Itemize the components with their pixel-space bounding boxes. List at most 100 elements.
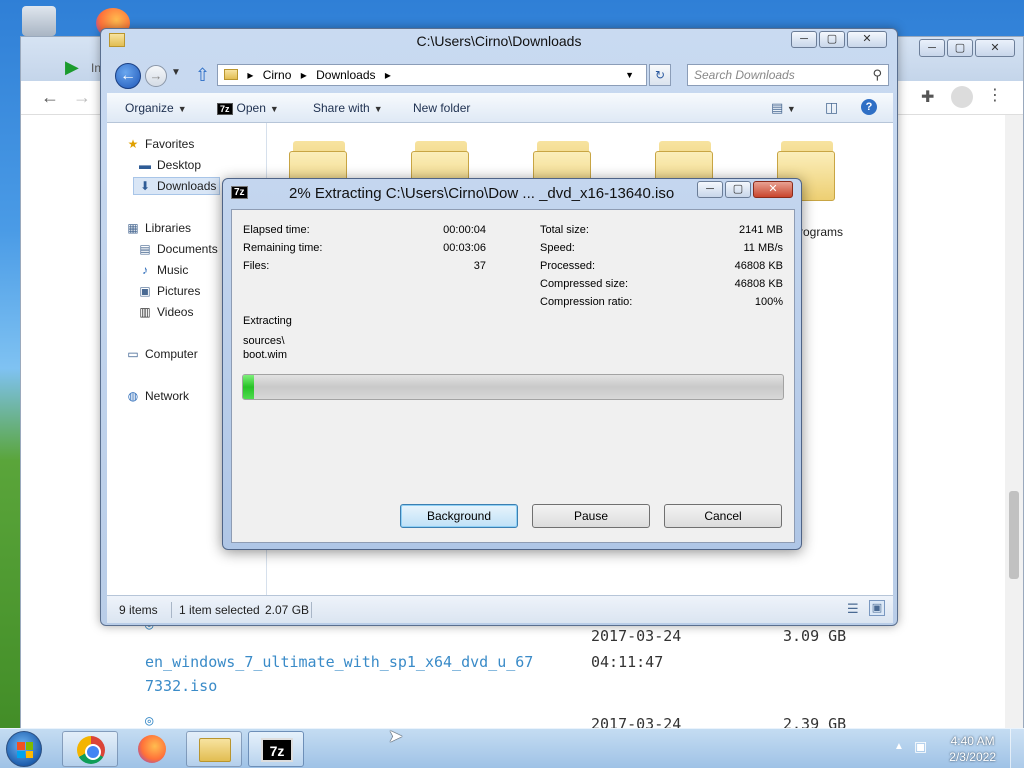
- firefox-icon: [138, 735, 166, 763]
- download-size: 3.09 GB: [783, 627, 847, 645]
- background-button[interactable]: Background: [400, 504, 518, 528]
- nav-downloads[interactable]: ⬇ Downloads: [133, 177, 221, 195]
- compression-ratio-label: Compression ratio:: [540, 296, 633, 308]
- speed-value: 11 MB/s: [743, 242, 783, 254]
- breadcrumb-cirno[interactable]: Cirno: [263, 68, 292, 82]
- folder-icon: [224, 69, 238, 80]
- selection-size: 2.07 GB: [265, 603, 310, 617]
- elapsed-time-label: Elapsed time:: [243, 224, 310, 236]
- mouse-cursor-icon: ➤: [388, 726, 404, 746]
- clock[interactable]: 4:40 AM 2/3/2022: [949, 733, 996, 765]
- compressed-size-value: 46808 KB: [734, 278, 783, 290]
- share-with-button[interactable]: Share with ▼: [313, 101, 383, 115]
- browser-maximize-button[interactable]: ▢: [947, 39, 973, 57]
- taskbar-firefox[interactable]: [124, 731, 180, 767]
- pause-button[interactable]: Pause: [532, 504, 650, 528]
- network-tray-icon[interactable]: ▣: [914, 738, 927, 755]
- address-bar[interactable]: ▸ Cirno ▸ Downloads ▸ ▼: [217, 64, 647, 86]
- nav-pictures[interactable]: ▣ Pictures: [137, 284, 200, 298]
- extraction-progress-bar: [242, 374, 784, 400]
- view-options-icon[interactable]: ▤ ▼: [771, 100, 796, 116]
- search-icon[interactable]: ⚲: [872, 67, 882, 83]
- taskbar-chrome[interactable]: [62, 731, 118, 767]
- explorer-icon: [199, 738, 231, 762]
- nav-network[interactable]: ◍ Network: [125, 389, 189, 403]
- scrollbar-thumb[interactable]: [1009, 491, 1019, 579]
- address-dropdown-icon[interactable]: ▼: [625, 65, 634, 85]
- speed-label: Speed:: [540, 242, 575, 254]
- dialog-close-button[interactable]: ✕: [753, 181, 793, 198]
- play-icon: ▶: [65, 57, 79, 77]
- taskbar-explorer[interactable]: [186, 731, 242, 767]
- preview-pane-icon[interactable]: ◫: [825, 99, 838, 116]
- large-icons-view-icon[interactable]: ▣: [869, 600, 885, 616]
- maximize-button[interactable]: ▢: [819, 31, 845, 48]
- profile-icon[interactable]: [951, 86, 973, 108]
- close-button[interactable]: ✕: [847, 31, 887, 48]
- nav-favorites[interactable]: ★ Favorites: [125, 137, 195, 151]
- star-icon: ★: [127, 137, 139, 151]
- cancel-button[interactable]: Cancel: [664, 504, 782, 528]
- libraries-icon: ▦: [127, 221, 139, 235]
- up-arrow-icon[interactable]: ⇧: [195, 65, 210, 86]
- start-button[interactable]: [6, 731, 42, 767]
- windows-logo-icon: [17, 742, 33, 758]
- selection-count: 1 item selected: [179, 603, 260, 617]
- nav-videos[interactable]: ▥ Videos: [137, 305, 193, 319]
- show-desktop-button[interactable]: [1010, 729, 1024, 768]
- address-row: ← → ▼ ⇧ ▸ Cirno ▸ Downloads ▸ ▼ ↻ Search…: [107, 61, 893, 89]
- forward-arrow-icon[interactable]: →: [73, 87, 91, 108]
- command-bar: Organize ▼ 7z Open ▼ Share with ▼ New folder…: [107, 93, 893, 123]
- recycle-bin-icon[interactable]: [22, 6, 56, 36]
- breadcrumb-separator-icon: ▸: [300, 68, 307, 82]
- dialog-minimize-button[interactable]: ─: [697, 181, 723, 198]
- download-link[interactable]: en_windows_7_ultimate_with_sp1_x64_dvd_u…: [145, 653, 533, 671]
- download-link-continued[interactable]: 7332.iso: [145, 677, 217, 695]
- tray-overflow-icon[interactable]: ▲: [894, 741, 904, 752]
- minimize-button[interactable]: ─: [791, 31, 817, 48]
- search-input[interactable]: Search Downloads ⚲: [687, 64, 889, 86]
- forward-button[interactable]: →: [145, 65, 167, 87]
- browser-close-button[interactable]: ✕: [975, 39, 1015, 57]
- nav-computer[interactable]: ▭ Computer: [125, 347, 197, 361]
- dialog-maximize-button[interactable]: ▢: [725, 181, 751, 198]
- refresh-button[interactable]: ↻: [649, 64, 671, 86]
- nav-music[interactable]: ♪ Music: [137, 263, 188, 277]
- explorer-title: C:\Users\Cirno\Downloads: [416, 33, 582, 49]
- taskbar-7zip[interactable]: 7z: [248, 731, 304, 767]
- total-size-label: Total size:: [540, 224, 589, 236]
- download-date: 2017-03-24: [591, 627, 682, 645]
- downloads-icon: ⬇: [139, 179, 151, 193]
- extensions-icon[interactable]: ✚: [921, 87, 934, 107]
- sevenzip-icon: 7z: [231, 186, 248, 199]
- new-folder-button[interactable]: New folder: [413, 101, 470, 115]
- compressed-size-label: Compressed size:: [540, 278, 629, 290]
- menu-dots-icon[interactable]: ⋮: [987, 85, 1003, 105]
- remaining-time-value: 00:03:06: [443, 242, 486, 254]
- extraction-dialog: 7z 2% Extracting C:\Users\Cirno\Dow ... …: [222, 178, 802, 550]
- history-dropdown-icon[interactable]: ▼: [171, 67, 181, 78]
- organize-button[interactable]: Organize ▼: [125, 101, 187, 115]
- sevenzip-icon: 7z: [217, 103, 233, 115]
- browser-scrollbar[interactable]: [1005, 115, 1023, 731]
- nav-documents[interactable]: ▤ Documents: [137, 242, 217, 256]
- nav-libraries[interactable]: ▦ Libraries: [125, 221, 191, 235]
- folder-label: rograms: [799, 225, 844, 239]
- breadcrumb-separator-icon: ▸: [247, 68, 254, 82]
- details-view-icon[interactable]: ☰: [847, 601, 859, 617]
- processed-value: 46808 KB: [734, 260, 783, 272]
- back-button[interactable]: ←: [115, 63, 141, 89]
- total-size-value: 2141 MB: [738, 224, 783, 236]
- nav-desktop[interactable]: ▬ Desktop: [137, 158, 201, 172]
- open-button[interactable]: 7z Open ▼: [217, 101, 279, 115]
- videos-icon: ▥: [139, 305, 151, 319]
- back-arrow-icon[interactable]: ←: [41, 87, 59, 108]
- sevenzip-icon: 7z: [261, 738, 293, 762]
- elapsed-time-value: 00:00:04: [443, 224, 486, 236]
- pictures-icon: ▣: [139, 284, 151, 298]
- current-action: Extracting: [243, 315, 292, 327]
- breadcrumb-downloads[interactable]: Downloads: [316, 68, 375, 82]
- current-file: boot.wim: [243, 349, 288, 361]
- help-icon[interactable]: ?: [861, 99, 877, 115]
- browser-minimize-button[interactable]: ─: [919, 39, 945, 57]
